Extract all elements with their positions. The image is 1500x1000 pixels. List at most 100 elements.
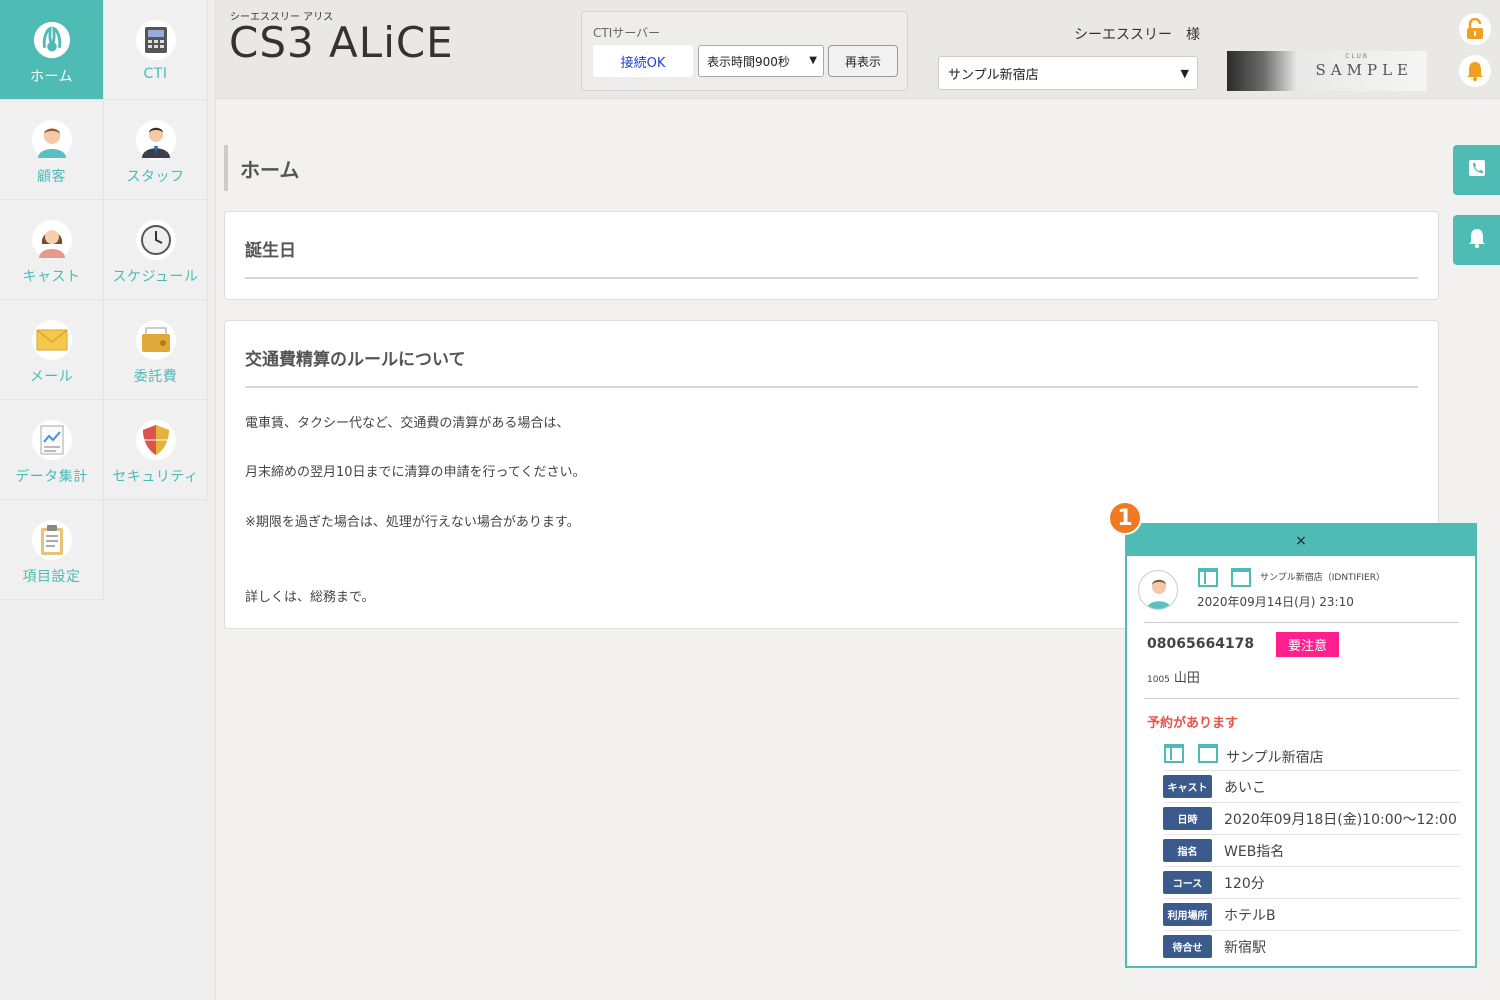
phone-icon	[135, 20, 176, 60]
divider	[1144, 622, 1459, 623]
reservation-row-cast: キャスト あいこ	[1163, 770, 1460, 802]
phone-icon	[1467, 158, 1487, 182]
row-tag: コース	[1163, 871, 1212, 894]
phone-tab[interactable]	[1453, 145, 1500, 195]
display-time-select[interactable]: 表示時間900秒 ▼	[698, 45, 824, 77]
reservation-row-meeting: 待合せ 新宿駅	[1163, 930, 1460, 962]
logo-small-text: CLUB	[1345, 53, 1369, 60]
divider	[245, 386, 1418, 388]
reservation-store: サンプル新宿店	[1226, 750, 1324, 766]
sidebar-item-cti[interactable]: CTI	[104, 0, 208, 100]
notification-tab[interactable]	[1453, 215, 1500, 265]
popup-header: ×	[1127, 525, 1475, 556]
reservation-row-course: コース 120分	[1163, 866, 1460, 898]
row-value: 新宿駅	[1224, 939, 1266, 956]
store-select-value: サンプル新宿店	[948, 67, 1039, 83]
split-window-icon[interactable]	[1198, 568, 1218, 587]
reservation-notice: 予約があります	[1147, 716, 1239, 731]
club-logo: CLUB SAMPLE	[1227, 51, 1427, 91]
warning-badge: 要注意	[1276, 632, 1339, 657]
cti-title: CTIサーバー	[593, 26, 661, 40]
sidebar-item-label: 委託費	[133, 369, 178, 385]
sidebar-item-label: メール	[29, 369, 74, 385]
page-title: ホーム	[224, 145, 299, 191]
window-icon[interactable]	[1198, 744, 1218, 763]
sidebar-item-label: データ集計	[15, 469, 88, 485]
staff-icon	[135, 120, 176, 160]
row-value: 120分	[1224, 875, 1265, 892]
birthday-card: 誕生日	[224, 211, 1439, 300]
close-icon[interactable]: ×	[1295, 533, 1307, 549]
display-time-value: 表示時間900秒	[707, 54, 790, 69]
row-value: あいこ	[1224, 779, 1266, 796]
notification-count-badge: 1	[1108, 501, 1142, 535]
sidebar-item-data[interactable]: データ集計	[0, 400, 104, 500]
store-identifier: サンプル新宿店（IDNTIFIER）	[1260, 573, 1385, 583]
sidebar: ホーム CTI 顧客 スタッフ キャスト スケジュール メール 委託費 データ集…	[0, 0, 216, 1000]
mail-icon	[31, 320, 72, 360]
sidebar-item-customer[interactable]: 顧客	[0, 100, 104, 200]
sidebar-item-label: キャスト	[22, 269, 81, 285]
sidebar-item-label: 項目設定	[22, 569, 81, 585]
unlock-icon[interactable]	[1459, 13, 1491, 45]
divider	[1144, 698, 1459, 699]
notice-title: 交通費精算のルールについて	[245, 350, 466, 370]
row-value: WEB指名	[1224, 843, 1285, 860]
divider	[245, 277, 1418, 279]
sidebar-item-security[interactable]: セキュリティ	[104, 400, 208, 500]
row-value: 2020年09月18日(金)10:00〜12:00	[1224, 811, 1457, 828]
window-icon[interactable]	[1231, 568, 1251, 587]
wallet-icon	[135, 320, 176, 360]
header: シーエススリー アリス CS3 ALiCE CTIサーバー 接続OK 表示時間9…	[216, 0, 1500, 99]
bell-icon[interactable]	[1459, 55, 1491, 87]
cast-icon	[31, 220, 72, 260]
chevron-down-icon: ▼	[809, 55, 817, 66]
notice-line: ※期限を過ぎた場合は、処理が行えない場合があります。	[245, 515, 580, 530]
sidebar-item-label: スタッフ	[126, 169, 185, 185]
split-window-icon[interactable]	[1164, 744, 1184, 763]
clipboard-icon	[31, 520, 72, 560]
caller-phone: 08065664178	[1147, 636, 1255, 652]
sidebar-item-cast[interactable]: キャスト	[0, 200, 104, 300]
sidebar-item-mail[interactable]: メール	[0, 300, 104, 400]
incoming-call-popup: × サンプル新宿店（IDNTIFIER） 2020年09月14日(月) 23:1…	[1125, 523, 1477, 968]
row-value: ホテルB	[1224, 907, 1276, 924]
bell-icon	[1467, 227, 1487, 253]
user-name: シーエススリー 様	[1074, 27, 1200, 43]
shield-icon	[135, 420, 176, 460]
brand-title[interactable]: CS3 ALiCE	[229, 18, 454, 67]
sidebar-item-label: ホーム	[29, 69, 74, 85]
cti-panel: CTIサーバー 接続OK 表示時間900秒 ▼ 再表示	[581, 11, 908, 91]
reservation-row-datetime: 日時 2020年09月18日(金)10:00〜12:00	[1163, 802, 1460, 834]
row-tag: 利用場所	[1163, 903, 1212, 926]
customer-id: 1005	[1147, 675, 1170, 685]
call-datetime: 2020年09月14日(月) 23:10	[1197, 595, 1354, 609]
birthday-title: 誕生日	[245, 241, 296, 261]
cti-status: 接続OK	[593, 45, 693, 77]
avatar	[1138, 570, 1178, 610]
refresh-button[interactable]: 再表示	[828, 45, 898, 77]
sidebar-item-commission[interactable]: 委託費	[104, 300, 208, 400]
sidebar-item-staff[interactable]: スタッフ	[104, 100, 208, 200]
clock-icon	[135, 220, 176, 260]
customer-name[interactable]: 山田	[1174, 671, 1200, 686]
notice-line: 詳しくは、総務まで。	[245, 590, 375, 605]
sidebar-item-label: CTI	[143, 66, 168, 82]
rabbit-icon	[32, 20, 72, 60]
sidebar-item-label: セキュリティ	[112, 469, 199, 485]
chevron-down-icon: ▼	[1180, 67, 1189, 80]
reservation-row-place: 利用場所 ホテルB	[1163, 898, 1460, 930]
sidebar-item-settings[interactable]: 項目設定	[0, 500, 104, 600]
sidebar-item-label: スケジュール	[112, 269, 199, 285]
sidebar-item-schedule[interactable]: スケジュール	[104, 200, 208, 300]
customer-icon	[31, 120, 72, 160]
reservation-row-nomination: 指名 WEB指名	[1163, 834, 1460, 866]
notice-line: 電車賃、タクシー代など、交通費の清算がある場合は、	[245, 416, 570, 431]
sidebar-item-label: 顧客	[37, 169, 66, 185]
store-select[interactable]: サンプル新宿店 ▼	[938, 56, 1198, 90]
row-tag: 日時	[1163, 807, 1212, 830]
row-tag: 指名	[1163, 839, 1212, 862]
sidebar-item-home[interactable]: ホーム	[0, 0, 104, 100]
logo-text: SAMPLE	[1315, 61, 1413, 79]
row-tag: 待合せ	[1163, 935, 1212, 958]
